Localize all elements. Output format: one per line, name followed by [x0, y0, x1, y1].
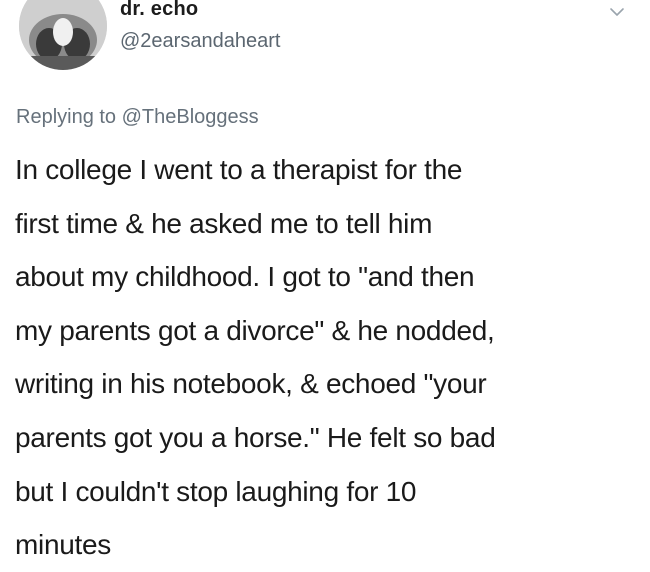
tweet-text-line: In college I went to a therapist for the [15, 154, 463, 185]
reply-to-handle-link[interactable]: @TheBloggess [122, 106, 259, 128]
chevron-down-icon [610, 8, 624, 16]
avatar-photo-icon [19, 0, 107, 70]
display-name[interactable]: dr. echo [120, 0, 198, 21]
tweet-text-line: first time & he asked me to tell him [15, 207, 433, 239]
user-avatar[interactable] [19, 0, 107, 70]
tweet-text-line: my parents got a divorce" & he nodded, [15, 314, 495, 346]
tweet-text-line: about my childhood. I got to "and then [15, 261, 475, 293]
user-handle[interactable]: @2earsandaheart [120, 30, 280, 53]
tweet-text: In college I went to a therapist for the… [15, 143, 635, 572]
replying-to: Replying to @TheBloggess [16, 106, 259, 129]
tweet-text-line: parents got you a horse." He felt so bad [15, 421, 496, 453]
tweet-text-line: writing in his notebook, & echoed "your [15, 368, 487, 400]
tweet-text-line: but I couldn't stop laughing for 10 [15, 475, 417, 507]
tweet-text-line: minutes [15, 529, 111, 561]
replying-to-label: Replying to [16, 106, 122, 128]
tweet-card: dr. echo @2earsandaheart Replying to @Th… [0, 0, 650, 562]
tweet-menu-button[interactable] [604, 2, 630, 22]
